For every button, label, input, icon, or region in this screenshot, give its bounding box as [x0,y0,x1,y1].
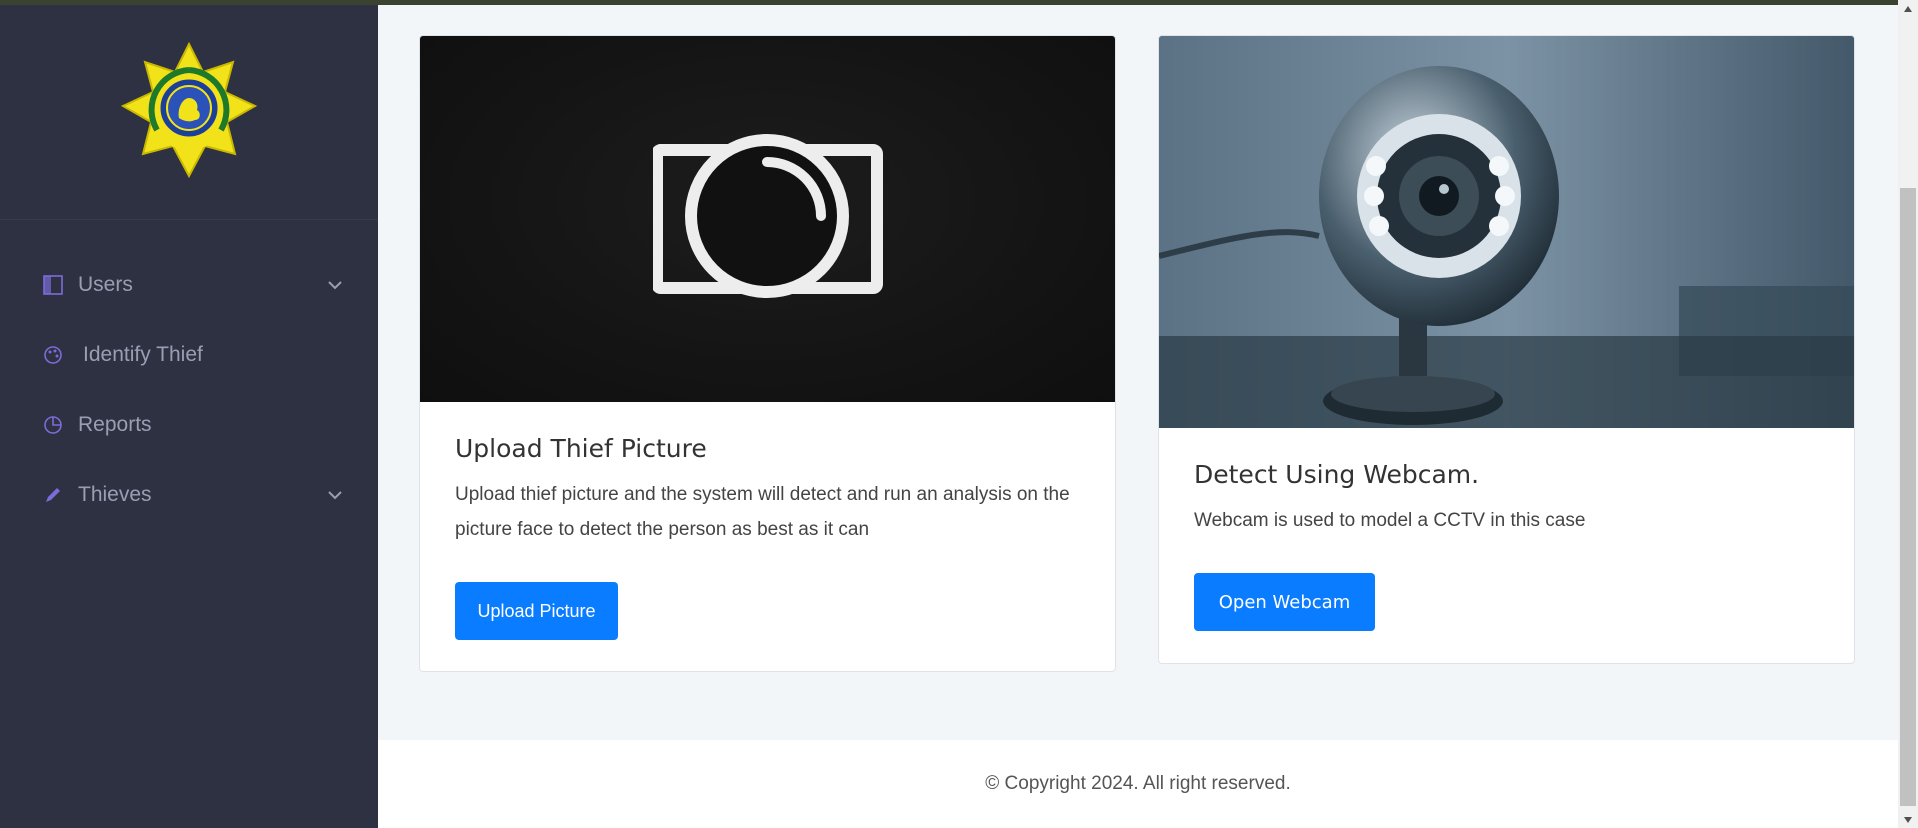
card-text: Webcam is used to model a CCTV in this c… [1194,510,1586,531]
sidebar-item-users[interactable]: Users [0,250,378,320]
upload-picture-button[interactable]: Upload Picture [455,582,618,640]
sidebar-item-label: Users [78,273,133,296]
camera-icon [652,133,883,298]
webcam-card: Detect Using Webcam. Webcam is used to m… [1158,35,1855,664]
scroll-up-arrow-icon[interactable] [1898,0,1918,17]
page-scrollbar[interactable] [1898,0,1918,828]
sidebar-item-thieves[interactable]: Thieves [0,460,378,530]
upload-card: Upload Thief Picture Upload thief pictur… [419,35,1116,672]
footer: © Copyright 2024. All right reserved. [378,740,1898,828]
sidebar-nav: Users Identify Thief Reports Thieves [0,220,378,530]
scroll-down-arrow-icon[interactable] [1898,811,1918,828]
chevron-down-icon [328,491,342,500]
pie-chart-icon [42,414,64,436]
palette-icon [42,344,64,366]
card-body: Detect Using Webcam. Webcam is used to m… [1159,428,1854,661]
scroll-thumb[interactable] [1900,188,1916,806]
chevron-down-icon [328,281,342,290]
sidebar-item-reports[interactable]: Reports [0,390,378,460]
logo-area [0,5,378,220]
card-title: Detect Using Webcam. [1194,460,1480,489]
sidebar-item-label: Thieves [78,483,152,506]
sidebar: Users Identify Thief Reports Thieves [0,5,378,828]
sidebar-item-identify-thief[interactable]: Identify Thief [0,320,378,390]
sidebar-item-label: Reports [78,413,152,436]
panel-icon [42,274,64,296]
sidebar-item-label: Identify Thief [83,343,203,366]
card-body: Upload Thief Picture Upload thief pictur… [420,402,1115,670]
camera-image [420,36,1115,402]
main-content: Upload Thief Picture Upload thief pictur… [378,5,1898,828]
pencil-icon [42,484,64,506]
card-text: Upload thief picture and the system will… [455,484,1070,540]
card-title: Upload Thief Picture [455,434,707,463]
open-webcam-button[interactable]: Open Webcam [1194,573,1375,631]
webcam-photo [1159,36,1854,428]
copyright-text: © Copyright 2024. All right reserved. [985,773,1291,794]
police-badge-logo[interactable] [119,42,259,182]
